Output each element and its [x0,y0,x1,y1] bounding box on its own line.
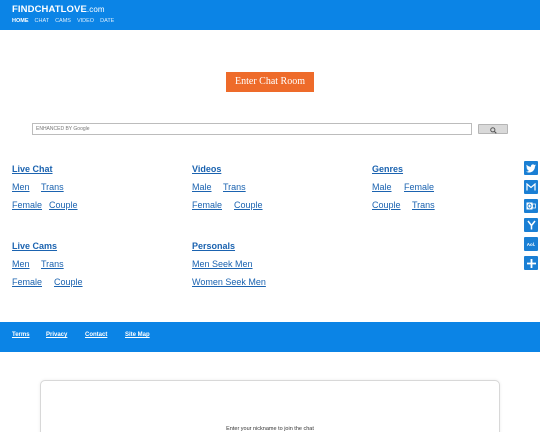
outlook-icon [526,202,536,210]
share-aol-button[interactable]: Aol. [524,237,538,251]
site-footer: Terms Privacy Contact Site Map [0,322,540,352]
nav-cams[interactable]: CAMS [55,18,71,24]
search-icon [490,126,497,134]
logo-domain-text: .com [86,5,105,14]
videos-link-trans[interactable]: Trans [223,182,246,192]
personals-heading[interactable]: Personals [192,241,235,251]
live-chat-heading[interactable]: Live Chat [12,164,53,174]
plus-icon [526,258,536,268]
genres-link-male[interactable]: Male [372,182,392,192]
chat-join-panel: Enter your nickname to join the chat [40,380,500,432]
nav-home[interactable]: HOME [12,18,29,24]
search-box[interactable] [32,123,472,135]
personals-link-men-seek-men[interactable]: Men Seek Men [192,259,253,269]
site-logo[interactable]: FINDCHATLOVE.com [12,4,105,15]
live-cams-heading[interactable]: Live Cams [12,241,57,251]
live-chat-link-couple[interactable]: Couple [49,200,78,210]
genres-link-female[interactable]: Female [404,182,434,192]
genres-link-trans[interactable]: Trans [412,200,435,210]
nav-video[interactable]: VIDEO [77,18,94,24]
genres-heading[interactable]: Genres [372,164,403,174]
live-chat-link-female[interactable]: Female [12,200,42,210]
videos-link-male[interactable]: Male [192,182,212,192]
live-cams-link-men[interactable]: Men [12,259,30,269]
live-chat-link-trans[interactable]: Trans [41,182,64,192]
live-cams-link-trans[interactable]: Trans [41,259,64,269]
share-yahoo-button[interactable] [524,218,538,232]
search-input[interactable] [33,124,471,134]
footer-link-terms[interactable]: Terms [12,332,30,338]
live-cams-link-female[interactable]: Female [12,277,42,287]
aol-icon: Aol. [526,241,536,247]
share-more-button[interactable] [524,256,538,270]
personals-link-women-seek-men[interactable]: Women Seek Men [192,277,266,287]
footer-link-site-map[interactable]: Site Map [125,332,150,338]
gmail-icon [526,183,536,191]
footer-link-privacy[interactable]: Privacy [46,332,67,338]
videos-heading[interactable]: Videos [192,164,221,174]
logo-main-text: FINDCHATLOVE [12,4,87,15]
nav-chat[interactable]: CHAT [35,18,50,24]
main-nav: HOME CHAT CAMS VIDEO DATE [12,18,114,24]
share-twitter-button[interactable] [524,161,538,175]
enter-chat-room-button[interactable]: Enter Chat Room [226,72,314,92]
share-outlook-button[interactable] [524,199,538,213]
search-button[interactable] [478,124,508,134]
videos-link-couple[interactable]: Couple [234,200,263,210]
twitter-icon [526,163,536,172]
site-header: FINDCHATLOVE.com HOME CHAT CAMS VIDEO DA… [0,0,540,30]
footer-link-contact[interactable]: Contact [85,332,107,338]
share-gmail-button[interactable] [524,180,538,194]
genres-link-couple[interactable]: Couple [372,200,401,210]
nickname-hint: Enter your nickname to join the chat [226,426,314,432]
live-cams-link-couple[interactable]: Couple [54,277,83,287]
yahoo-icon [526,220,536,230]
videos-link-female[interactable]: Female [192,200,222,210]
live-chat-link-men[interactable]: Men [12,182,30,192]
nav-date[interactable]: DATE [100,18,114,24]
